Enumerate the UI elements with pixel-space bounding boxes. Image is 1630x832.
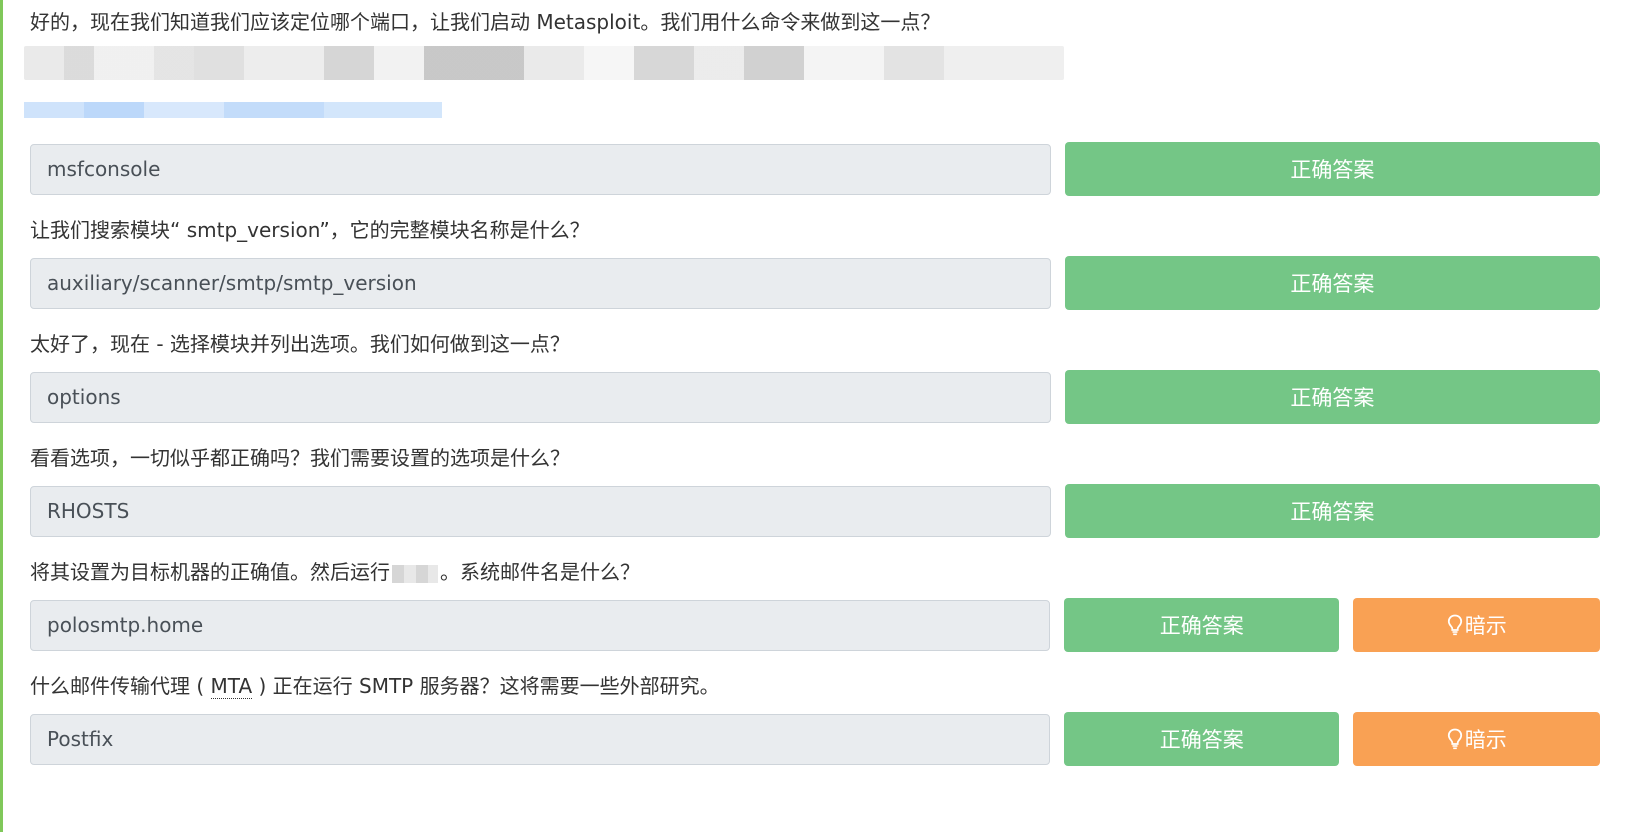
correct-answer-button-3[interactable]: 正确答案 [1064, 370, 1600, 424]
answer-row-1: msfconsole 正确答案 [30, 142, 1600, 196]
left-accent-bar [0, 0, 3, 832]
correct-answer-button-6[interactable]: 正确答案 [1064, 712, 1340, 766]
answer-input-5[interactable]: polosmtp.home [30, 599, 1050, 651]
answer-row-5: polosmtp.home 正确答案 暗示 [30, 598, 1600, 652]
question-6-text: 什么邮件传输代理 ( MTA ) 正在运行 SMTP 服务器？这将需要一些外部研… [30, 672, 1600, 700]
correct-answer-label: 正确答案 [1290, 500, 1375, 524]
redacted-link [24, 102, 442, 118]
question-6-text-before: 什么邮件传输代理 ( [30, 674, 205, 698]
correct-answer-button-2[interactable]: 正确答案 [1064, 256, 1600, 310]
answer-row-3: options 正确答案 [30, 370, 1600, 424]
question-2-text: 让我们搜索模块“ smtp_version”，它的完整模块名称是什么？ [30, 218, 590, 242]
answer-input-4[interactable]: RHOSTS [30, 485, 1051, 537]
answer-row-2: auxiliary/scanner/smtp/smtp_version 正确答案 [30, 256, 1600, 310]
question-4-text: 看看选项，一切似乎都正确吗？我们需要设置的选项是什么？ [30, 446, 570, 470]
hint-button-6[interactable]: 暗示 [1353, 712, 1600, 766]
hint-label: 暗示 [1464, 614, 1507, 638]
hint-label: 暗示 [1464, 728, 1507, 752]
question-5-text: 将其设置为目标机器的正确值。然后运行 。系统邮件名是什么？ [30, 558, 1600, 586]
redacted-command [392, 564, 438, 583]
correct-answer-label: 正确答案 [1159, 728, 1244, 752]
question-5-text-before: 将其设置为目标机器的正确值。然后运行 [30, 560, 390, 584]
answer-input-3[interactable]: options [30, 371, 1051, 423]
question-6-text-after: ) 正在运行 SMTP 服务器？这将需要一些外部研究。 [258, 674, 720, 698]
answer-input-1[interactable]: msfconsole [30, 143, 1051, 195]
correct-answer-button-4[interactable]: 正确答案 [1064, 484, 1600, 538]
correct-answer-button-5[interactable]: 正确答案 [1064, 598, 1340, 652]
answer-row-6: Postfix 正确答案 暗示 [30, 712, 1600, 766]
question-3-text: 太好了，现在 - 选择模块并列出选项。我们如何做到这一点？ [30, 332, 570, 356]
correct-answer-label: 正确答案 [1290, 272, 1375, 296]
mta-abbreviation: MTA [210, 674, 253, 699]
answer-input-2[interactable]: auxiliary/scanner/smtp/smtp_version [30, 257, 1051, 309]
redacted-line [24, 46, 1064, 80]
correct-answer-button-1[interactable]: 正确答案 [1064, 142, 1600, 196]
question-5-text-after: 。系统邮件名是什么？ [440, 560, 640, 584]
lightbulb-icon [1447, 728, 1463, 750]
correct-answer-label: 正确答案 [1159, 614, 1244, 638]
correct-answer-label: 正确答案 [1290, 158, 1375, 182]
correct-answer-label: 正确答案 [1290, 386, 1375, 410]
task-questions: 好的，现在我们知道我们应该定位哪个端口，让我们启动 Metasploit。我们用… [24, 0, 1600, 766]
answer-input-6[interactable]: Postfix [30, 713, 1050, 765]
hint-button-5[interactable]: 暗示 [1353, 598, 1600, 652]
lightbulb-icon [1447, 614, 1463, 636]
redacted-text-block [24, 36, 1080, 136]
question-1-text: 好的，现在我们知道我们应该定位哪个端口，让我们启动 Metasploit。我们用… [30, 10, 941, 34]
answer-row-4: RHOSTS 正确答案 [30, 484, 1600, 538]
